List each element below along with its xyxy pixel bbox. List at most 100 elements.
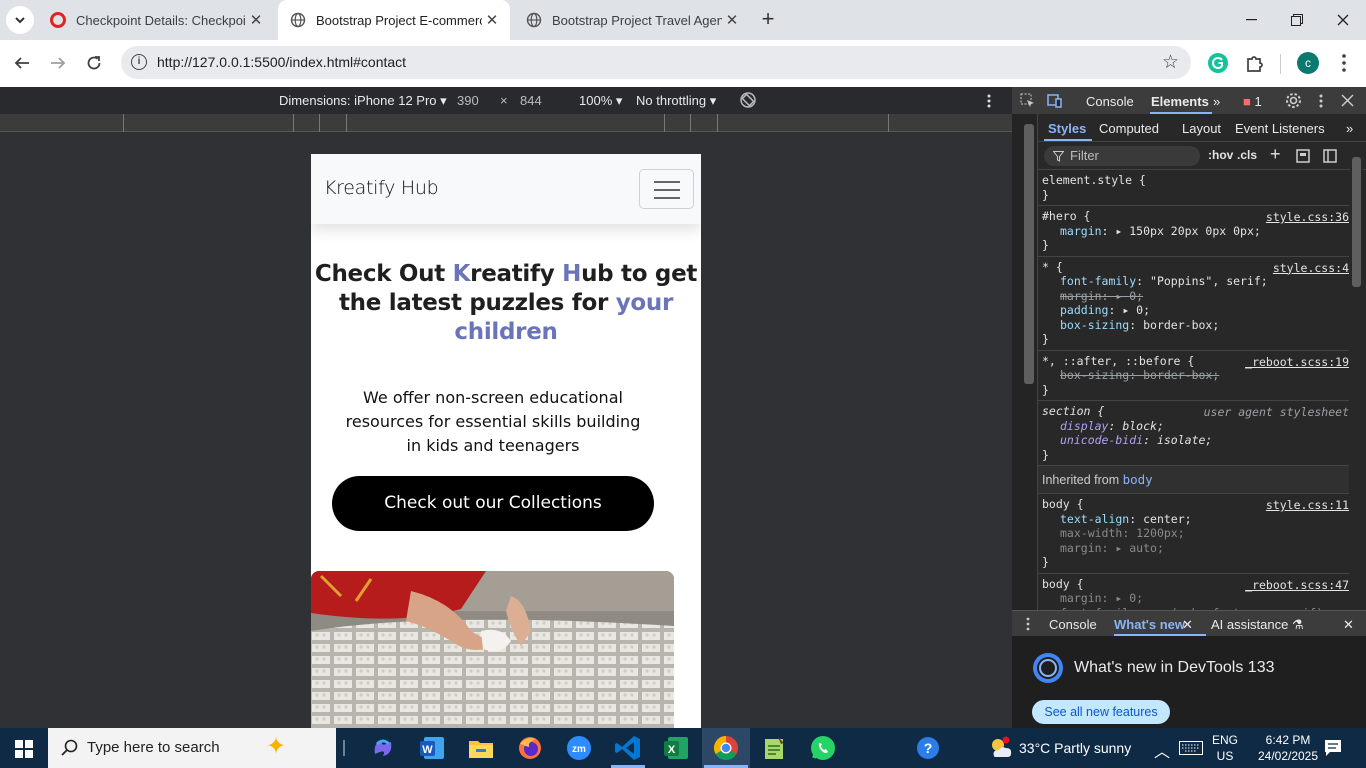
device-dimensions-select[interactable]: Dimensions: iPhone 12 Pro ▾ <box>279 93 447 109</box>
inherited-from-link[interactable]: body <box>1123 472 1153 487</box>
close-tab-icon[interactable]: ✕ <box>482 11 502 29</box>
tab-search-button[interactable] <box>6 6 34 34</box>
style-rule[interactable]: _reboot.scss:19 *, ::after, ::before { b… <box>1038 351 1349 401</box>
throttling-select[interactable]: No throttling ▾ <box>636 93 716 109</box>
source-link[interactable]: style.css:11 <box>1266 498 1349 513</box>
windows-start-icon[interactable] <box>15 740 33 758</box>
chevron-up-icon[interactable]: ︿ <box>1154 738 1170 762</box>
styles-scrollbar[interactable] <box>1350 147 1363 602</box>
close-tab-icon[interactable]: ✕ <box>246 11 266 29</box>
tab-checkpoint[interactable]: Checkpoint Details: Checkpoint ✕ <box>38 0 274 40</box>
new-rule-icon[interactable]: + <box>1270 144 1281 165</box>
close-window-button[interactable] <box>1320 0 1366 40</box>
devtools-main-tabs: Console Elements » ■ 1 <box>1012 87 1366 114</box>
style-rule[interactable]: user agent stylesheet section { display:… <box>1038 401 1349 466</box>
site-info-icon[interactable]: i <box>131 54 147 70</box>
help-icon[interactable]: ? <box>914 734 942 762</box>
style-rule[interactable]: style.css:36 #hero { margin: ▸ 150px 20p… <box>1038 206 1349 257</box>
excel-icon[interactable]: X <box>662 734 690 762</box>
zoom-select[interactable]: 100% ▾ <box>579 93 622 109</box>
notifications-icon[interactable] <box>1324 739 1342 757</box>
media-query-ruler[interactable] <box>0 114 1012 132</box>
settings-gear-icon[interactable] <box>1285 92 1302 109</box>
drawer-tab-whats-new[interactable]: What's new <box>1114 617 1185 632</box>
styles-subtabs: Styles Computed Layout Event Listeners » <box>1038 114 1366 142</box>
site-navbar: Kreatify Hub <box>311 154 701 224</box>
collections-cta-button[interactable]: Check out our Collections <box>332 476 654 531</box>
more-tabs-icon[interactable]: » <box>1213 94 1220 109</box>
source-link[interactable]: style.css:4 <box>1273 261 1349 276</box>
brand-logo-text[interactable]: Kreatify Hub <box>324 177 439 199</box>
drawer-menu-icon[interactable] <box>1024 617 1032 631</box>
grammarly-extension-icon[interactable] <box>1207 52 1229 74</box>
styles-filter-bar: Filter :hov .cls + <box>1038 142 1366 170</box>
styles-filter-input[interactable]: Filter <box>1044 146 1200 166</box>
keyboard-icon[interactable] <box>1179 741 1203 755</box>
tab-title: Bootstrap Project E-commerce <box>316 12 482 28</box>
close-tab-icon[interactable]: ✕ <box>722 11 742 29</box>
profile-avatar[interactable]: c <box>1297 52 1319 74</box>
close-drawer-icon[interactable]: ✕ <box>1343 617 1354 633</box>
drawer-tab-console[interactable]: Console <box>1049 617 1097 632</box>
more-subtabs-icon[interactable]: » <box>1346 121 1353 136</box>
device-toggle-icon[interactable] <box>1047 93 1063 109</box>
navbar-toggler-button[interactable] <box>639 169 694 209</box>
url-text[interactable]: http://127.0.0.1:5500/index.html#contact <box>157 54 406 70</box>
forward-button[interactable] <box>44 49 72 77</box>
word-icon[interactable]: W <box>418 734 446 762</box>
inspect-element-icon[interactable] <box>1020 93 1036 109</box>
more-options-icon[interactable] <box>983 93 995 109</box>
style-rule[interactable]: style.css:4 * { font-family: "Poppins", … <box>1038 257 1349 351</box>
subtab-event-listeners[interactable]: Event Listeners <box>1235 121 1325 136</box>
taskbar-clock[interactable]: 6:42 PM 24/02/2025 <box>1256 732 1320 764</box>
devtools-menu-icon[interactable] <box>1316 93 1326 109</box>
extensions-puzzle-icon[interactable] <box>1244 52 1266 74</box>
hover-state-toggle[interactable]: :hov <box>1208 148 1233 162</box>
copilot-icon[interactable] <box>369 734 397 762</box>
class-toggle[interactable]: .cls <box>1237 148 1257 162</box>
back-button[interactable] <box>8 49 36 77</box>
tab-elements[interactable]: Elements <box>1151 94 1209 109</box>
bookmark-star-icon[interactable]: ☆ <box>1162 51 1179 74</box>
device-width-input[interactable]: 390 <box>457 93 479 108</box>
restore-button[interactable] <box>1274 0 1320 40</box>
tab-ecommerce[interactable]: Bootstrap Project E-commerce ✕ <box>278 0 510 40</box>
rendering-emulation-icon[interactable] <box>1296 149 1310 163</box>
weather-text[interactable]: 33°C Partly sunny <box>1019 740 1131 756</box>
taskbar-search-box[interactable]: Type here to search ✦ <box>48 728 336 768</box>
firefox-icon[interactable] <box>516 734 544 762</box>
tab-travel-agency[interactable]: Bootstrap Project Travel Agency ✕ <box>514 0 750 40</box>
whatsapp-icon[interactable] <box>809 734 837 762</box>
source-link[interactable]: _reboot.scss:19 <box>1245 355 1349 370</box>
subtab-layout[interactable]: Layout <box>1182 121 1221 136</box>
notepad-plus-icon[interactable] <box>760 734 788 762</box>
source-link[interactable]: _reboot.scss:47 <box>1245 578 1349 593</box>
reload-button[interactable] <box>80 49 108 77</box>
new-tab-button[interactable]: + <box>756 8 780 32</box>
drawer-tab-ai-assistance[interactable]: AI assistance ⚗ <box>1211 617 1304 633</box>
rotate-device-icon[interactable] <box>739 91 757 109</box>
chrome-icon[interactable] <box>712 734 740 762</box>
subtab-computed[interactable]: Computed <box>1099 121 1159 136</box>
kebab-menu-icon[interactable] <box>1333 52 1355 74</box>
toggle-sidebar-icon[interactable] <box>1323 149 1337 163</box>
source-link[interactable]: style.css:36 <box>1266 210 1349 225</box>
address-bar[interactable]: i http://127.0.0.1:5500/index.html#conta… <box>121 46 1191 79</box>
minimize-button[interactable] <box>1228 0 1274 40</box>
style-rule[interactable]: style.css:11 body { text-align: center; … <box>1038 494 1349 574</box>
file-explorer-icon[interactable] <box>467 734 495 762</box>
language-indicator[interactable]: ENG US <box>1212 732 1238 764</box>
error-badge[interactable]: ■ 1 <box>1243 94 1262 109</box>
style-rule[interactable]: element.style { } <box>1038 170 1349 206</box>
close-devtools-icon[interactable] <box>1341 94 1354 107</box>
zoom-icon[interactable]: zm <box>565 734 593 762</box>
device-height-input[interactable]: 844 <box>520 93 542 108</box>
tab-console[interactable]: Console <box>1086 94 1134 109</box>
filter-icon <box>1053 151 1064 162</box>
close-whats-new-icon[interactable]: ✕ <box>1182 617 1193 633</box>
checkpoint-favicon-icon <box>50 12 66 28</box>
see-all-features-button[interactable]: See all new features <box>1032 700 1170 724</box>
vscode-icon[interactable] <box>614 734 642 762</box>
subtab-styles[interactable]: Styles <box>1048 121 1086 136</box>
weather-partly-sunny-icon[interactable] <box>986 734 1014 762</box>
